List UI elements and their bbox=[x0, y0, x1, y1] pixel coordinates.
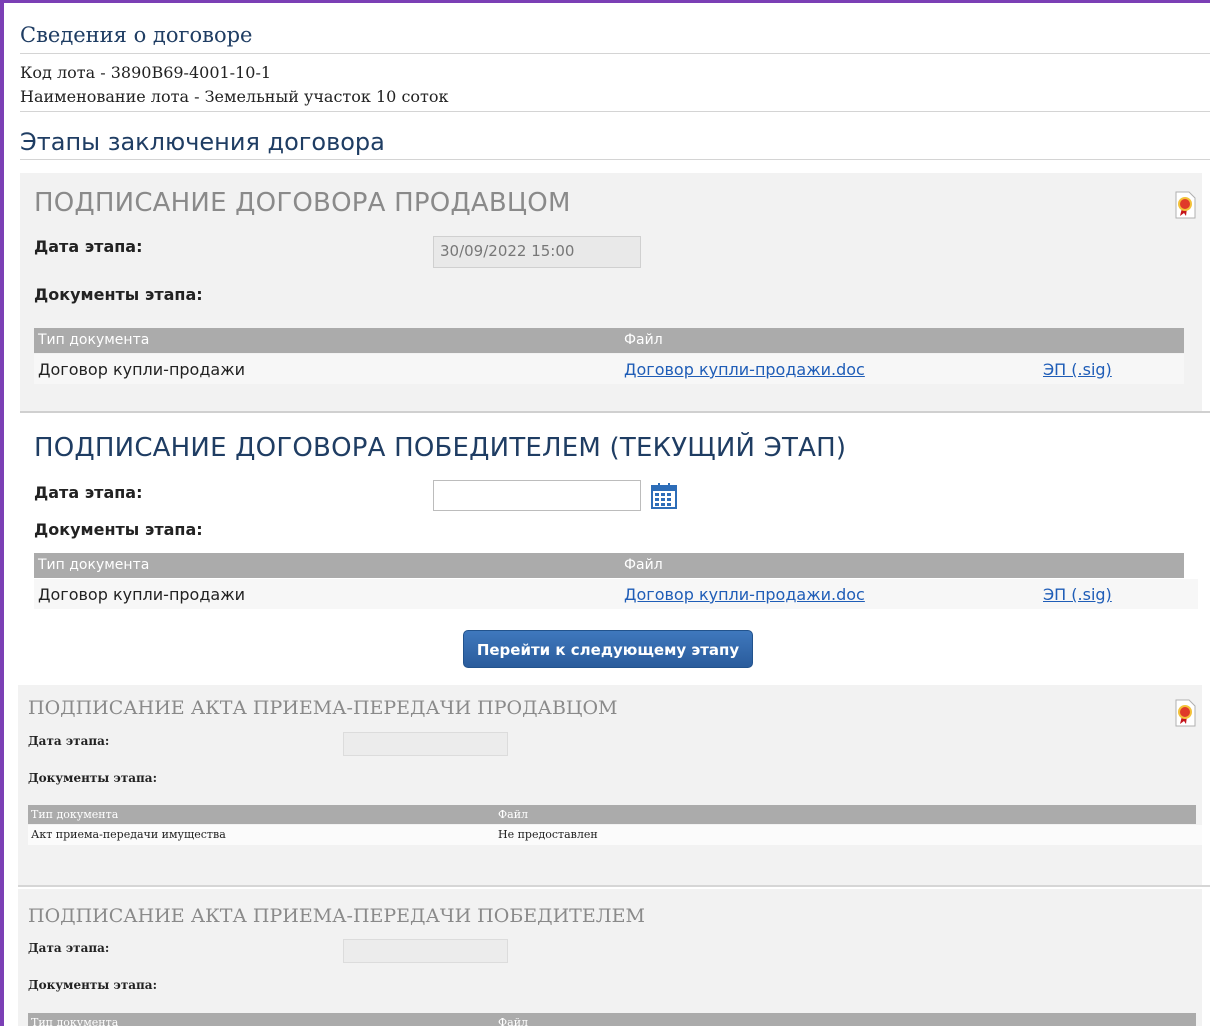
award-ribbon-icon[interactable] bbox=[1174, 191, 1196, 219]
page-frame: Сведения о договоре Код лота - 3890В69-4… bbox=[0, 0, 1210, 1026]
stage-title: ПОДПИСАНИЕ АКТА ПРИЕМА-ПЕРЕДАЧИ ПРОДАВЦО… bbox=[28, 697, 618, 719]
divider bbox=[20, 53, 1210, 54]
doc-file-link[interactable]: Договор купли-продажи.doc bbox=[624, 360, 865, 379]
signature-link[interactable]: ЭП (.sig) bbox=[1043, 585, 1112, 604]
divider bbox=[20, 411, 1210, 413]
award-ribbon-icon[interactable] bbox=[1174, 699, 1196, 727]
col-file: Файл bbox=[498, 808, 529, 821]
doc-type: Договор купли-продажи bbox=[38, 360, 246, 379]
col-type: Тип документа bbox=[38, 557, 150, 573]
stage-title: ПОДПИСАНИЕ АКТА ПРИЕМА-ПЕРЕДАЧИ ПОБЕДИТЕ… bbox=[28, 905, 645, 927]
docs-table-header: Тип документа Файл bbox=[34, 553, 1184, 578]
col-file: Файл bbox=[624, 557, 663, 573]
date-field[interactable]: 30/09/2022 15:00 bbox=[433, 236, 641, 268]
date-label: Дата этапа: bbox=[34, 483, 143, 502]
signature-link[interactable]: ЭП (.sig) bbox=[1043, 360, 1112, 379]
docs-table-header: Тип документа Файл bbox=[28, 1013, 1196, 1026]
date-label: Дата этапа: bbox=[28, 941, 110, 955]
doc-type: Договор купли-продажи bbox=[38, 585, 246, 604]
col-type: Тип документа bbox=[38, 332, 150, 348]
date-field[interactable] bbox=[343, 939, 508, 963]
date-label: Дата этапа: bbox=[34, 237, 143, 256]
stage-title-current: ПОДПИСАНИЕ ДОГОВОРА ПОБЕДИТЕЛЕМ (ТЕКУЩИЙ… bbox=[34, 433, 847, 463]
date-input[interactable] bbox=[433, 480, 641, 511]
date-label: Дата этапа: bbox=[28, 734, 110, 748]
docs-label: Документы этапа: bbox=[34, 520, 203, 539]
lot-code: Код лота - 3890В69-4001-10-1 bbox=[20, 63, 272, 82]
stage-title: ПОДПИСАНИЕ ДОГОВОРА ПРОДАВЦОМ bbox=[34, 188, 571, 218]
docs-label: Документы этапа: bbox=[34, 285, 203, 304]
divider bbox=[18, 885, 1210, 887]
stages-title: Этапы заключения договора bbox=[20, 128, 385, 156]
col-type: Тип документа bbox=[31, 1016, 119, 1026]
date-field[interactable] bbox=[343, 732, 508, 756]
docs-label: Документы этапа: bbox=[28, 771, 158, 785]
table-row: Акт приема-передачи имущества Не предост… bbox=[28, 825, 1202, 845]
col-file: Файл bbox=[498, 1016, 529, 1026]
calendar-icon[interactable] bbox=[651, 483, 677, 509]
col-file: Файл bbox=[624, 332, 663, 348]
next-stage-button[interactable]: Перейти к следующему этапу bbox=[463, 630, 753, 668]
table-row: Договор купли-продажи Договор купли-прод… bbox=[34, 579, 1198, 609]
lot-name: Наименование лота - Земельный участок 10… bbox=[20, 87, 449, 106]
doc-file-link[interactable]: Договор купли-продажи.doc bbox=[624, 585, 865, 604]
stage-seller-act: ПОДПИСАНИЕ АКТА ПРИЕМА-ПЕРЕДАЧИ ПРОДАВЦО… bbox=[18, 685, 1202, 885]
docs-table-header: Тип документа Файл bbox=[34, 328, 1184, 353]
stage-seller-contract: ПОДПИСАНИЕ ДОГОВОРА ПРОДАВЦОМ Дата этапа… bbox=[20, 173, 1202, 411]
col-type: Тип документа bbox=[31, 808, 119, 821]
contract-info-title: Сведения о договоре bbox=[20, 23, 253, 47]
divider bbox=[20, 111, 1210, 112]
table-row: Договор купли-продажи Договор купли-прод… bbox=[34, 354, 1184, 384]
divider bbox=[20, 159, 1210, 160]
doc-type: Акт приема-передачи имущества bbox=[31, 828, 226, 841]
docs-table-header: Тип документа Файл bbox=[28, 805, 1196, 824]
docs-label: Документы этапа: bbox=[28, 978, 158, 992]
stage-winner-act: ПОДПИСАНИЕ АКТА ПРИЕМА-ПЕРЕДАЧИ ПОБЕДИТЕ… bbox=[18, 889, 1202, 1026]
doc-file-status: Не предоставлен bbox=[498, 828, 598, 841]
